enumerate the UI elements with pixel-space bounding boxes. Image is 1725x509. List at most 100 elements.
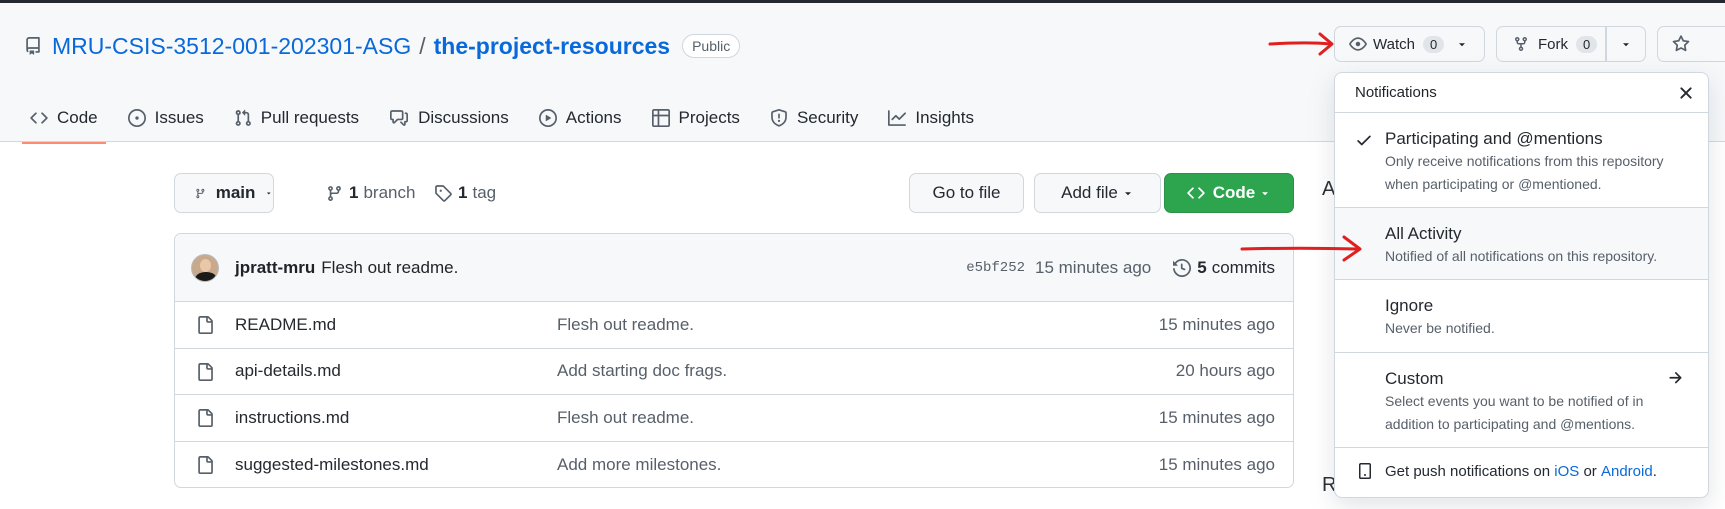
table-icon [651, 109, 670, 127]
watch-button[interactable]: Watch 0 [1334, 26, 1485, 62]
option-description: Only receive notifications from this rep… [1385, 153, 1664, 192]
tab-label: Projects [678, 108, 740, 127]
triangle-down-icon [267, 192, 271, 195]
tab-label: Insights [915, 108, 974, 127]
option-description: Select events you want to be notified of… [1385, 393, 1644, 432]
triangle-down-icon [1125, 192, 1131, 196]
add-file-label: Add file [1061, 183, 1118, 202]
tab-actions[interactable]: Actions [538, 93, 622, 143]
fork-button[interactable]: Fork 0 [1496, 26, 1606, 62]
tab-projects[interactable]: Projects [651, 93, 740, 143]
footer-suffix: . [1652, 463, 1657, 480]
notification-option-participating[interactable]: Participating and @mentions Only receive… [1335, 113, 1708, 208]
fork-dropdown-button[interactable] [1606, 26, 1646, 62]
tab-issues[interactable]: Issues [127, 93, 204, 143]
go-to-file-button[interactable]: Go to file [909, 173, 1024, 213]
branch-select-button[interactable]: main [174, 173, 274, 213]
latest-commit-row: jpratt-mru Flesh out readme. e5bf252 15 … [175, 234, 1293, 302]
file-commit-message-link[interactable]: Flesh out readme. [557, 315, 694, 335]
fork-count: 0 [1576, 35, 1598, 53]
watch-count: 0 [1422, 35, 1445, 53]
file-row[interactable]: suggested-milestones.md Add more milesto… [175, 442, 1293, 488]
file-row[interactable]: README.md Flesh out readme. 15 minutes a… [175, 302, 1293, 349]
tab-discussions[interactable]: Discussions [389, 93, 509, 143]
close-icon[interactable] [1676, 83, 1696, 103]
repo-icon [26, 37, 40, 55]
repo-title: MRU-CSIS-3512-001-202301-ASG / the-proje… [24, 31, 741, 61]
tab-label: Pull requests [260, 108, 360, 127]
add-file-button[interactable]: Add file [1034, 173, 1161, 213]
file-commit-message-link[interactable]: Add more milestones. [557, 455, 721, 475]
eye-icon [1349, 37, 1367, 51]
android-link[interactable]: Android [1601, 463, 1653, 480]
footer-prefix: Get push notifications on [1385, 463, 1551, 480]
repo-owner-link[interactable]: MRU-CSIS-3512-001-202301-ASG [52, 33, 411, 60]
tab-label: Code [57, 108, 98, 127]
commit-message-link[interactable]: Flesh out readme. [321, 258, 458, 278]
commit-count: 5 [1197, 258, 1207, 277]
file-name-link[interactable]: suggested-milestones.md [235, 455, 429, 475]
graph-icon [888, 110, 907, 126]
option-title: Custom [1385, 369, 1444, 388]
triangle-down-icon [1262, 192, 1268, 196]
file-name-link[interactable]: api-details.md [235, 361, 341, 381]
notification-option-ignore[interactable]: Ignore Never be notified. [1335, 280, 1708, 353]
notification-option-all-activity[interactable]: All Activity Notified of all notificatio… [1335, 208, 1708, 280]
comment-discussion-icon [390, 110, 409, 126]
notification-option-custom[interactable]: Custom Select events you want to be noti… [1335, 353, 1708, 448]
tab-label: Issues [154, 108, 204, 127]
file-name-link[interactable]: instructions.md [235, 408, 349, 428]
notifications-dropdown: Notifications Participating and @mention… [1334, 72, 1709, 498]
repo-name-link[interactable]: the-project-resources [434, 33, 670, 60]
notifications-title: Notifications [1355, 84, 1437, 101]
watch-label: Watch [1373, 35, 1415, 53]
history-icon [1173, 259, 1192, 277]
avatar[interactable] [191, 253, 219, 282]
file-row[interactable]: api-details.md Add starting doc frags. 2… [175, 349, 1293, 395]
repo-forked-icon [1515, 37, 1527, 52]
footer-or: or [1583, 463, 1597, 480]
commit-meta: e5bf252 15 minutes ago 5 commits [966, 234, 1275, 302]
tab-security[interactable]: Security [770, 93, 858, 143]
tab-pull-requests[interactable]: Pull requests [234, 93, 359, 143]
star-button[interactable] [1657, 26, 1725, 62]
visibility-badge: Public [682, 34, 741, 58]
tags-link[interactable]: 1 tag [434, 173, 496, 213]
fork-label: Fork [1538, 35, 1568, 53]
code-label: Code [1212, 183, 1256, 202]
tag-icon [435, 185, 452, 202]
file-name-link[interactable]: README.md [235, 315, 336, 335]
option-title: All Activity [1385, 224, 1462, 243]
push-notifications-footer: Get push notifications on iOS or Android… [1335, 448, 1708, 495]
option-description: Never be notified. [1385, 320, 1495, 336]
option-description: Notified of all notifications on this re… [1385, 248, 1658, 264]
tab-label: Actions [565, 108, 622, 127]
file-icon [198, 455, 213, 474]
tab-code[interactable]: Code [22, 93, 106, 144]
branch-word: branch [363, 183, 416, 202]
file-commit-time: 15 minutes ago [1158, 454, 1275, 474]
branch-toolbar: main 1 branch 1 tag Go to file Add file … [174, 173, 1294, 213]
tab-label: Discussions [418, 108, 509, 127]
file-commit-message-link[interactable]: Add starting doc frags. [557, 361, 727, 381]
tag-count: 1 [458, 183, 468, 202]
tab-insights[interactable]: Insights [888, 93, 974, 143]
commit-author-link[interactable]: jpratt-mru [235, 258, 315, 278]
arrow-right-icon [1669, 372, 1682, 384]
file-commit-time: 15 minutes ago [1158, 407, 1275, 427]
file-row[interactable]: instructions.md Flesh out readme. 15 min… [175, 395, 1293, 442]
triangle-down-icon [1459, 43, 1465, 47]
branch-name: main [215, 183, 256, 202]
annotation-arrow-watch [1268, 32, 1334, 56]
code-icon [1187, 187, 1205, 199]
ios-link[interactable]: iOS [1554, 463, 1579, 480]
branch-count: 1 [349, 183, 359, 202]
file-icon [198, 409, 213, 427]
triangle-down-icon [1623, 43, 1629, 47]
play-icon [538, 109, 557, 127]
commit-sha-link[interactable]: e5bf252 [966, 260, 1025, 276]
branches-link[interactable]: 1 branch [326, 173, 415, 213]
code-dropdown-button[interactable]: Code [1164, 173, 1294, 213]
file-commit-time: 20 hours ago [1175, 361, 1275, 381]
file-commit-message-link[interactable]: Flesh out readme. [557, 408, 694, 428]
